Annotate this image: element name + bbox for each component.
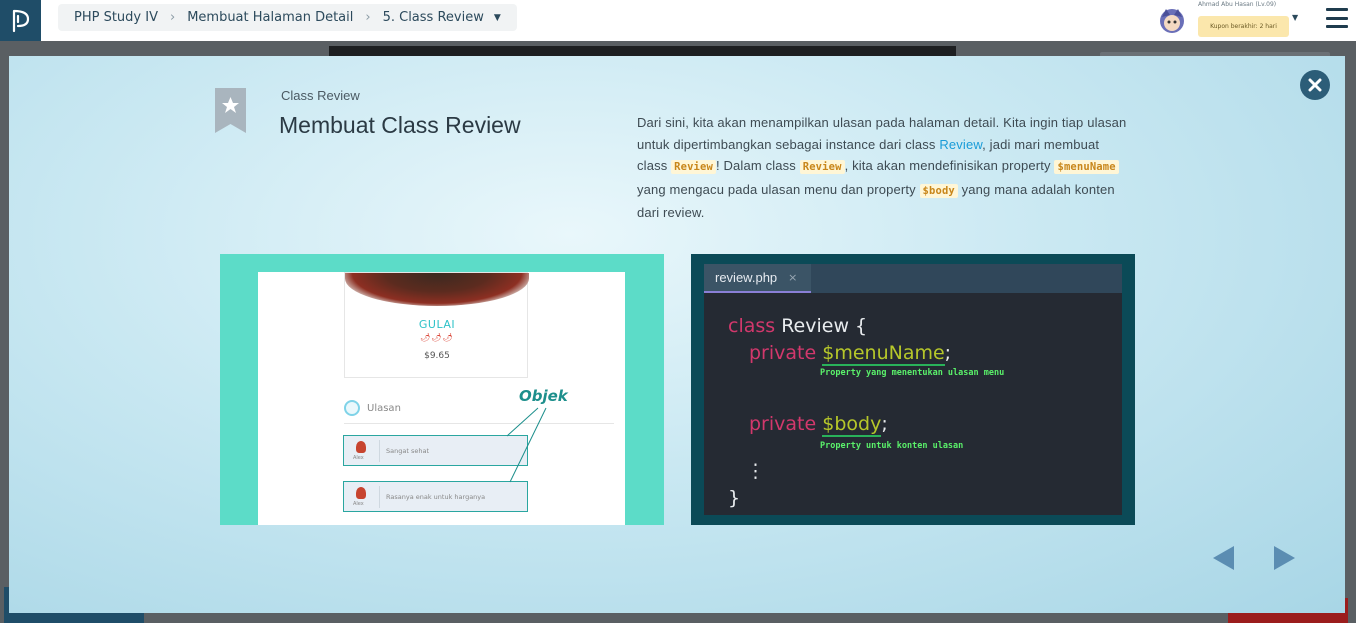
- code-variable: $body: [822, 413, 882, 437]
- code-line: class Review {: [728, 315, 867, 337]
- caret-down-icon[interactable]: ▼: [494, 13, 501, 23]
- coupon-badge: Kupon berakhir: 2 hari: [1198, 16, 1289, 37]
- avatar[interactable]: [1157, 5, 1187, 35]
- top-bar: PHP Study IV › Membuat Halaman Detail › …: [0, 0, 1356, 41]
- review-text: Sangat sehat: [386, 447, 429, 455]
- code-annotation: Property untuk konten ulasan: [820, 441, 964, 451]
- food-image: [345, 273, 529, 306]
- menu-card: GULAI 🌶🌶🌶 $9.65: [344, 272, 529, 378]
- review-text: Rasanya enak untuk harganya: [386, 493, 486, 501]
- review-item: Alex Sangat sehat: [343, 435, 528, 466]
- desc-text: ! Dalam class: [715, 158, 800, 173]
- code-keyword: class: [728, 315, 776, 337]
- code-editor: review.php × class Review { private $men…: [704, 264, 1122, 515]
- code-inline: Review: [799, 160, 845, 174]
- avatar: [356, 487, 366, 499]
- code-text: ;: [944, 342, 952, 364]
- username: Ahmad Abu Hasan (Lv.09): [1198, 1, 1277, 8]
- reviews-label: Ulasan: [367, 403, 401, 414]
- page-mockup: GULAI 🌶🌶🌶 $9.65 Ulasan Alex Sangat sehat…: [258, 272, 625, 525]
- objek-label: Objek: [519, 387, 568, 405]
- prev-arrow-icon[interactable]: [1213, 546, 1234, 570]
- divider: [379, 440, 380, 462]
- avatar: [356, 441, 366, 453]
- menu-icon[interactable]: [1326, 8, 1348, 28]
- code-inline: $menuName: [1054, 160, 1119, 174]
- reviews-icon: [344, 400, 360, 416]
- tab-review-php: review.php ×: [704, 264, 811, 293]
- slide-modal: Class Review Membuat Class Review Dari s…: [9, 56, 1345, 613]
- review-author: Alex: [353, 455, 364, 461]
- close-icon[interactable]: [1300, 70, 1330, 100]
- code-text: ;: [881, 413, 888, 435]
- code-ellipsis: ⋮: [746, 460, 765, 482]
- code-inline: Review: [671, 160, 716, 174]
- breadcrumb-lesson[interactable]: 5. Class Review: [383, 10, 484, 25]
- review-item: Alex Rasanya enak untuk harganya: [343, 481, 528, 512]
- editor-tabbar: review.php ×: [704, 264, 1122, 293]
- slide-description: Dari sini, kita akan menampilkan ulasan …: [637, 112, 1127, 224]
- code-line: private $menuName;: [749, 342, 952, 366]
- dish-price: $9.65: [424, 351, 450, 361]
- close-icon: ×: [788, 271, 798, 284]
- code-keyword: private: [749, 342, 817, 364]
- slide-title: Membuat Class Review: [279, 112, 521, 138]
- code-keyword: private: [749, 413, 817, 435]
- code-annotation: Property yang menentukan ulasan menu: [820, 368, 1005, 378]
- review-author: Alex: [353, 501, 364, 507]
- breadcrumb-course[interactable]: PHP Study IV: [74, 10, 158, 25]
- bookmark-star-icon: [215, 88, 246, 133]
- review-link[interactable]: Review: [939, 137, 982, 152]
- chevron-right-icon: ›: [169, 10, 176, 25]
- illustration-code: review.php × class Review { private $men…: [691, 254, 1135, 525]
- code-variable: $menuName: [822, 342, 945, 366]
- code-line: private $body;: [749, 413, 888, 437]
- next-arrow-icon[interactable]: [1274, 546, 1295, 570]
- illustration-review-objects: GULAI 🌶🌶🌶 $9.65 Ulasan Alex Sangat sehat…: [220, 254, 664, 525]
- caret-down-icon[interactable]: ▼: [1292, 13, 1298, 22]
- breadcrumb: PHP Study IV › Membuat Halaman Detail › …: [58, 4, 517, 31]
- logo-icon[interactable]: [0, 0, 41, 41]
- desc-text: yang mengacu pada ulasan menu dan proper…: [637, 181, 920, 197]
- desc-text: , kita akan mendefinisikan property: [844, 158, 1055, 173]
- divider: [344, 423, 614, 424]
- slide-kicker: Class Review: [281, 88, 360, 103]
- chili-icon: 🌶🌶🌶: [420, 333, 454, 342]
- tab-label: review.php: [715, 270, 778, 285]
- divider: [379, 486, 380, 508]
- chevron-right-icon: ›: [365, 10, 371, 25]
- code-inline: $body: [919, 183, 958, 198]
- code-text: Review {: [775, 315, 868, 337]
- code-close-brace: }: [728, 487, 741, 509]
- dish-name: GULAI: [418, 318, 456, 331]
- breadcrumb-chapter[interactable]: Membuat Halaman Detail: [187, 10, 353, 25]
